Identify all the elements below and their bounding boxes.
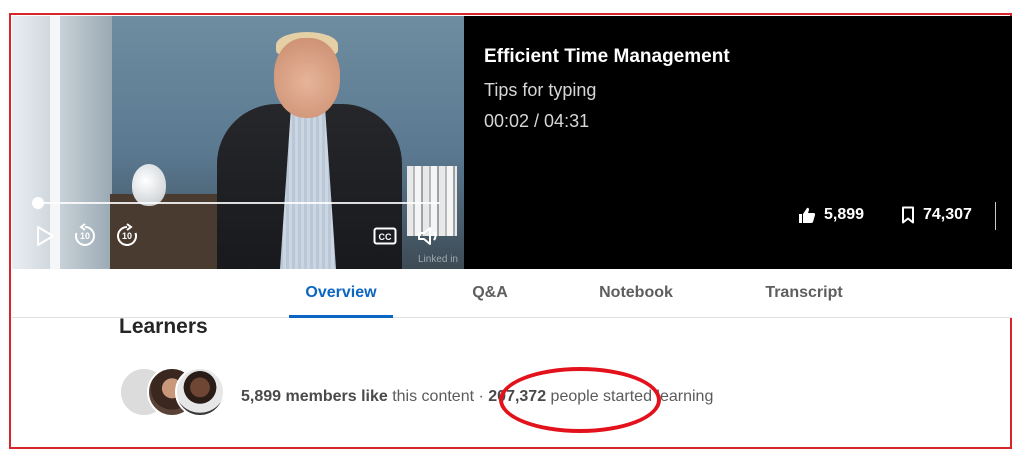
learner-avatars — [119, 367, 229, 423]
started-learning-suffix: people started learning — [546, 388, 714, 405]
presenter-head — [274, 38, 340, 118]
volume-button[interactable] — [416, 223, 442, 249]
avatar — [175, 367, 225, 417]
video-info: Efficient Time Management Tips for typin… — [484, 46, 730, 132]
captions-button[interactable]: CC — [372, 223, 398, 249]
skip-back-label: 10 — [79, 231, 90, 241]
tab-qa[interactable]: Q&A — [458, 269, 522, 317]
learners-summary: 5,899 members like this content · 207,37… — [241, 388, 713, 406]
bookmark-icon — [902, 206, 914, 224]
like-button[interactable]: 5,899 — [798, 206, 864, 224]
like-count: 5,899 — [824, 206, 865, 223]
skip-forward-button[interactable]: 10 — [114, 223, 140, 249]
course-title: Efficient Time Management — [484, 46, 730, 67]
video-background-vase — [132, 164, 166, 206]
lesson-title: Tips for typing — [484, 80, 597, 100]
video-progress-handle[interactable] — [31, 197, 44, 209]
course-tabs: Overview Q&A Notebook Transcript — [12, 269, 1012, 318]
skip-back-button[interactable]: 10 — [72, 223, 98, 249]
captions-label: CC — [379, 232, 392, 242]
play-button[interactable] — [32, 223, 58, 249]
video-watermark: Linked in — [417, 254, 458, 265]
screenshot-frame: Linked in 10 10 CC Efficient Time Manage… — [9, 13, 1012, 449]
video-progress-bar[interactable] — [35, 202, 440, 204]
video-player[interactable]: Linked in 10 10 CC — [12, 16, 464, 269]
playback-time: 00:02 / 04:31 — [484, 111, 590, 131]
members-like-count: 5,899 members like — [241, 388, 388, 405]
started-learning-count: 207,372 — [488, 388, 547, 405]
thumbs-up-icon — [799, 207, 816, 223]
stats-divider — [995, 202, 996, 230]
play-icon — [37, 226, 54, 246]
tab-notebook[interactable]: Notebook — [584, 269, 688, 317]
members-like-suffix: this content — [387, 388, 475, 405]
learners-heading: Learners — [119, 315, 208, 338]
skip-forward-label: 10 — [121, 231, 132, 241]
volume-icon — [418, 227, 437, 245]
tab-overview[interactable]: Overview — [289, 269, 393, 318]
closed-captions-icon: CC — [373, 227, 397, 245]
save-button[interactable]: 74,307 — [901, 206, 972, 224]
summary-separator: · — [474, 388, 489, 405]
save-count: 74,307 — [923, 206, 972, 223]
tab-transcript[interactable]: Transcript — [747, 269, 861, 317]
player-area: Linked in 10 10 CC Efficient Time Manage… — [12, 16, 1012, 269]
